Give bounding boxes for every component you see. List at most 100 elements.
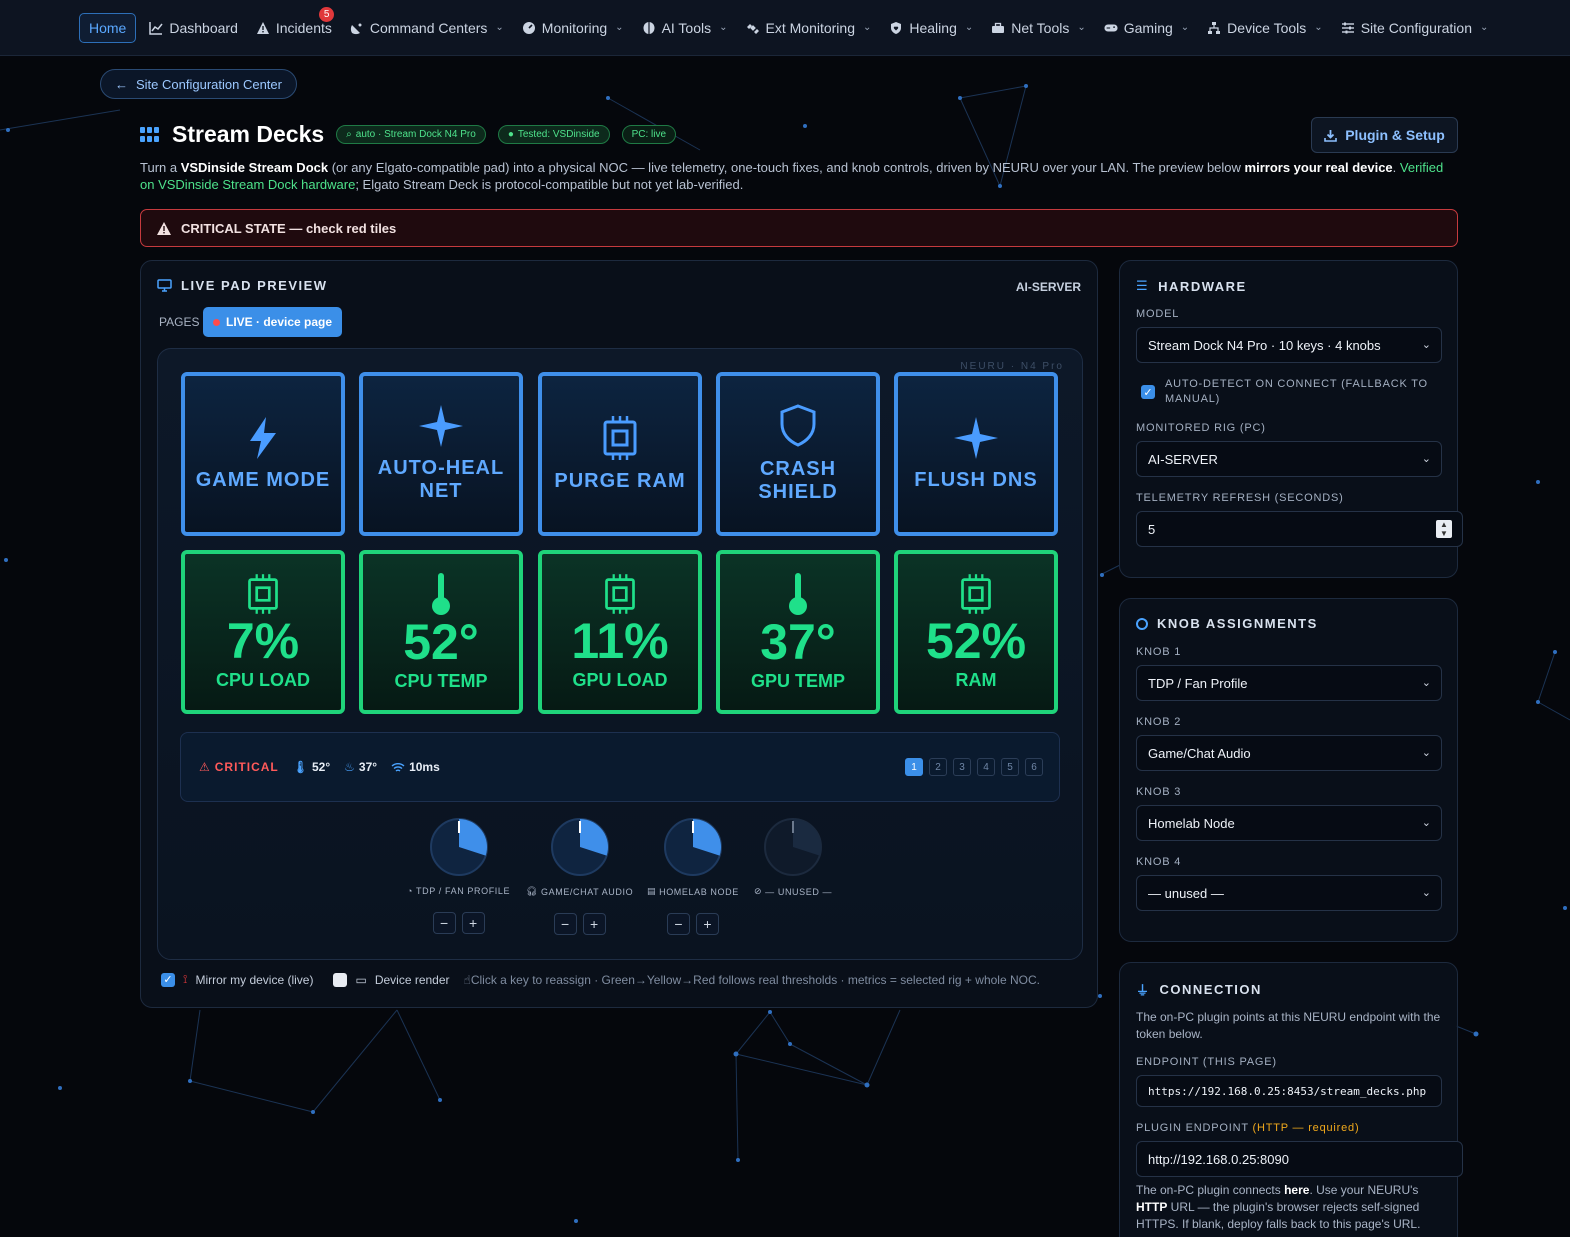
page-button[interactable]: 2 [929, 758, 947, 776]
nav-site-configuration[interactable]: Site Configuration ⌄ [1332, 13, 1498, 43]
nav-home[interactable]: Home [79, 12, 137, 43]
label-text: PLUGIN ENDPOINT [1136, 1122, 1249, 1134]
key-auto-heal-net[interactable]: AUTO-HEAL NET [359, 372, 523, 536]
knob-dial[interactable] [549, 816, 611, 878]
server-icon: ▤ [647, 886, 657, 896]
connection-header: ⏚ CONNECTION [1136, 980, 1262, 999]
nav-healing[interactable]: Healing ⌄ [880, 13, 982, 43]
nav-label: Dashboard [169, 19, 238, 36]
chip-icon [961, 573, 991, 614]
back-button-label: Site Configuration Center [136, 76, 282, 92]
key-game-mode[interactable]: GAME MODE [181, 372, 345, 536]
nav-dashboard[interactable]: Dashboard [140, 13, 247, 43]
chevron-down-icon: ⌄ [1421, 453, 1431, 465]
model-select[interactable]: Stream Dock N4 Pro · 10 keys · 4 knobs ⌄ [1136, 327, 1442, 363]
key-cpu-temp[interactable]: 52° CPU TEMP [359, 550, 523, 714]
nav-ext-monitoring[interactable]: Ext Monitoring ⌄ [737, 13, 881, 43]
page-button[interactable]: 5 [1001, 758, 1019, 776]
chevron-down-icon: ⌄ [964, 22, 974, 33]
nav-incidents[interactable]: Incidents 5 [247, 6, 341, 43]
connection-title: CONNECTION [1159, 982, 1262, 997]
select-value: Homelab Node [1148, 815, 1235, 831]
live-device-page-button[interactable]: LIVE · device page [203, 307, 343, 337]
key-flush-dns[interactable]: FLUSH DNS [894, 372, 1058, 536]
knob-3-select[interactable]: Homelab Node ⌄ [1136, 805, 1442, 841]
knob-increase-button[interactable]: + [582, 913, 606, 935]
key-gpu-load[interactable]: 11% GPU LOAD [538, 550, 702, 714]
knob-increase-button[interactable]: + [461, 912, 485, 934]
device-render-checkbox[interactable] [333, 972, 348, 987]
desc-text: Turn a [140, 160, 181, 175]
mirror-device-checkbox[interactable]: ✓ [161, 972, 175, 987]
back-to-site-config-button[interactable]: ← Site Configuration Center [100, 69, 297, 99]
key-label-line: FLUSH DNS [914, 468, 1038, 491]
ban-icon: ⊘ [754, 886, 763, 896]
status-value: 37° [358, 760, 378, 774]
page-button[interactable]: 3 [953, 758, 971, 776]
bolt-icon [250, 416, 276, 459]
knob-dial[interactable] [762, 816, 824, 878]
preview-title: LIVE PAD PREVIEW [181, 278, 328, 293]
plugin-endpoint-input[interactable]: http://192.168.0.25:8090 [1136, 1141, 1463, 1177]
key-gpu-temp[interactable]: 37° GPU TEMP [716, 550, 880, 714]
nav-monitoring[interactable]: Monitoring ⌄ [513, 13, 633, 43]
chevron-down-icon: ⌄ [1421, 887, 1431, 899]
plugin-endpoint-label: PLUGIN ENDPOINT (HTTP — required) [1136, 1122, 1359, 1134]
knob-decrease-button[interactable]: − [666, 913, 690, 935]
knob-2-select[interactable]: Game/Chat Audio ⌄ [1136, 735, 1442, 771]
key-label: FLUSH DNS [914, 469, 1037, 492]
knob-dial[interactable] [428, 816, 490, 878]
key-label-line: NET [419, 480, 463, 502]
nav-label: Net Tools [1011, 19, 1070, 36]
plugin-setup-button[interactable]: Plugin & Setup [1311, 117, 1458, 153]
badge-text: auto · Stream Dock N4 Pro [355, 129, 476, 140]
nav-command-centers[interactable]: Command Centers ⌄ [341, 13, 513, 43]
knob-2: 🎧︎ GAME/CHAT AUDIO − + [526, 816, 633, 935]
refresh-input[interactable]: 5 ▲ ▼ [1136, 511, 1463, 547]
endpoint-label: ENDPOINT (THIS PAGE) [1136, 1056, 1277, 1068]
page-description: Turn a VSDinside Stream Dock (or any Elg… [140, 159, 1460, 193]
key-purge-ram[interactable]: PURGE RAM [538, 372, 702, 536]
chevron-down-icon: ⌄ [495, 22, 504, 33]
search-icon: ⌕ [346, 129, 352, 140]
key-crash-shield[interactable]: CRASH SHIELD [716, 372, 880, 536]
knob-decrease-button[interactable]: − [432, 912, 456, 934]
auto-detect-checkbox[interactable]: ✓ [1141, 385, 1155, 399]
knob-1-select[interactable]: TDP / Fan Profile ⌄ [1136, 665, 1442, 701]
preview-header: LIVE PAD PREVIEW [157, 278, 328, 293]
nav-label: AI Tools [661, 19, 712, 36]
endpoint-field[interactable]: https://192.168.0.25:8453/stream_decks.p… [1136, 1075, 1442, 1107]
alert-text: CRITICAL STATE — check red tiles [181, 220, 397, 236]
live-pad-preview-card: LIVE PAD PREVIEW AI-SERVER PAGES LIVE · … [140, 260, 1098, 1008]
wifi-icon [391, 762, 405, 772]
critical-alert: CRITICAL STATE — check red tiles [140, 209, 1458, 247]
device-render: NEURU · N4 Pro GAME MODE AUTO-HEAL NET PU… [157, 348, 1083, 960]
nav-ai-tools[interactable]: AI Tools ⌄ [633, 13, 737, 43]
rig-select[interactable]: AI-SERVER ⌄ [1136, 441, 1442, 477]
nav-net-tools[interactable]: Net Tools ⌄ [982, 13, 1095, 43]
knob-label: ▤ HOMELAB NODE [647, 886, 739, 897]
page-button[interactable]: 1 [905, 758, 923, 776]
knob-assign-label: KNOB 4 [1136, 856, 1182, 868]
warning-icon: ⚠ [199, 760, 211, 774]
knob-4-select[interactable]: — unused — ⌄ [1136, 875, 1442, 911]
key-cpu-load[interactable]: 7% CPU LOAD [181, 550, 345, 714]
knob-decrease-button[interactable]: − [553, 913, 577, 935]
note-bold: here [1284, 1183, 1310, 1197]
nav-device-tools[interactable]: Device Tools ⌄ [1198, 13, 1332, 43]
knob-increase-button[interactable]: + [695, 913, 719, 935]
knob-label: ◔ TDP / FAN PROFILE [407, 886, 510, 896]
spinner-icon[interactable]: ▲ ▼ [1436, 520, 1452, 538]
metric-label: GPU LOAD [572, 669, 668, 690]
nav-gaming[interactable]: Gaming ⌄ [1095, 13, 1198, 43]
mirror-label: Mirror my device (live) [195, 972, 314, 987]
page-button[interactable]: 4 [977, 758, 995, 776]
key-ram[interactable]: 52% RAM [894, 550, 1058, 714]
page-button[interactable]: 6 [1025, 758, 1043, 776]
knob-dial[interactable] [662, 816, 724, 878]
key-label-line: SHIELD [758, 481, 838, 503]
chip-icon [605, 573, 635, 614]
knob-controls: − + [553, 913, 606, 935]
incident-count-badge: 5 [318, 6, 335, 22]
thermometer-icon: 🌡︎ [292, 760, 308, 774]
